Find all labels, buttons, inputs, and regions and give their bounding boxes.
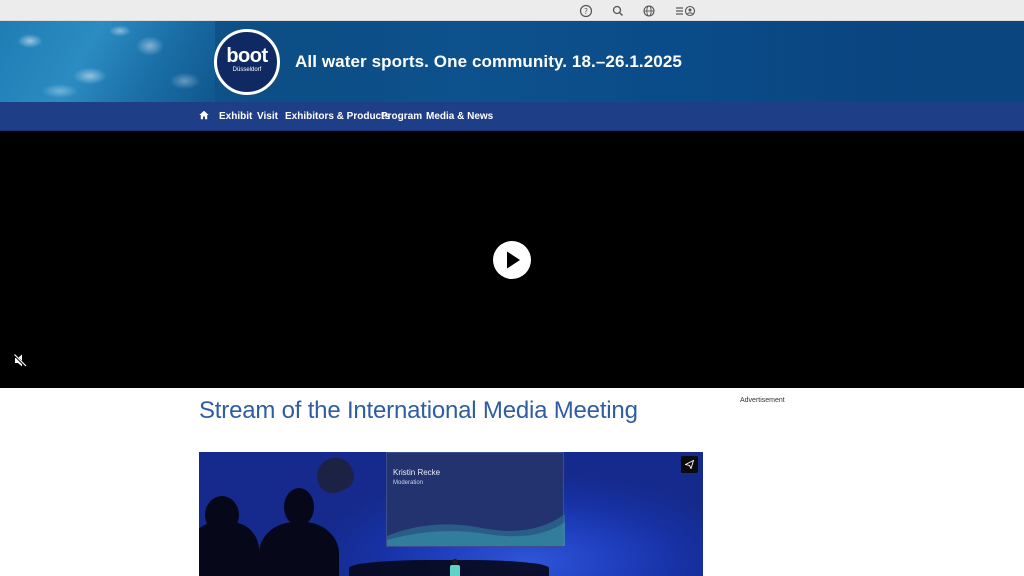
boot-logo[interactable]: boot Düsseldorf <box>214 29 280 95</box>
speaker-role: Moderation <box>393 480 424 486</box>
muted-speaker-icon[interactable] <box>13 353 28 368</box>
globe-icon[interactable] <box>642 4 656 18</box>
home-icon[interactable] <box>199 110 209 120</box>
nav-item-exhibitors-products[interactable]: Exhibitors & Products <box>285 111 390 122</box>
play-icon[interactable] <box>493 241 531 279</box>
speaker-name: Kristin Recke <box>393 468 441 477</box>
logo-text: boot <box>226 45 268 67</box>
nav-item-media-news[interactable]: Media & News <box>426 111 493 122</box>
presenter-figure <box>450 559 460 576</box>
stream-thumbnail[interactable]: Kristin Recke Moderation <box>199 452 703 576</box>
nav-item-visit[interactable]: Visit <box>257 111 278 122</box>
main-navigation: Exhibit Visit Exhibitors & Products Prog… <box>0 102 1024 131</box>
stage-screen: Kristin Recke Moderation <box>386 452 565 547</box>
nav-item-exhibit[interactable]: Exhibit <box>219 111 252 122</box>
banner-tagline: All water sports. One community. 18.–26.… <box>295 52 682 71</box>
search-icon[interactable] <box>611 4 625 18</box>
svg-text:?: ? <box>584 7 588 16</box>
share-icon[interactable] <box>681 456 698 473</box>
advertisement-label: Advertisement <box>740 397 785 404</box>
top-utility-bar: ? <box>0 0 1024 21</box>
nav-item-program[interactable]: Program <box>381 111 422 122</box>
help-icon[interactable]: ? <box>579 4 593 18</box>
page-title: Stream of the International Media Meetin… <box>199 397 638 424</box>
menu-user-icon[interactable] <box>675 4 697 18</box>
